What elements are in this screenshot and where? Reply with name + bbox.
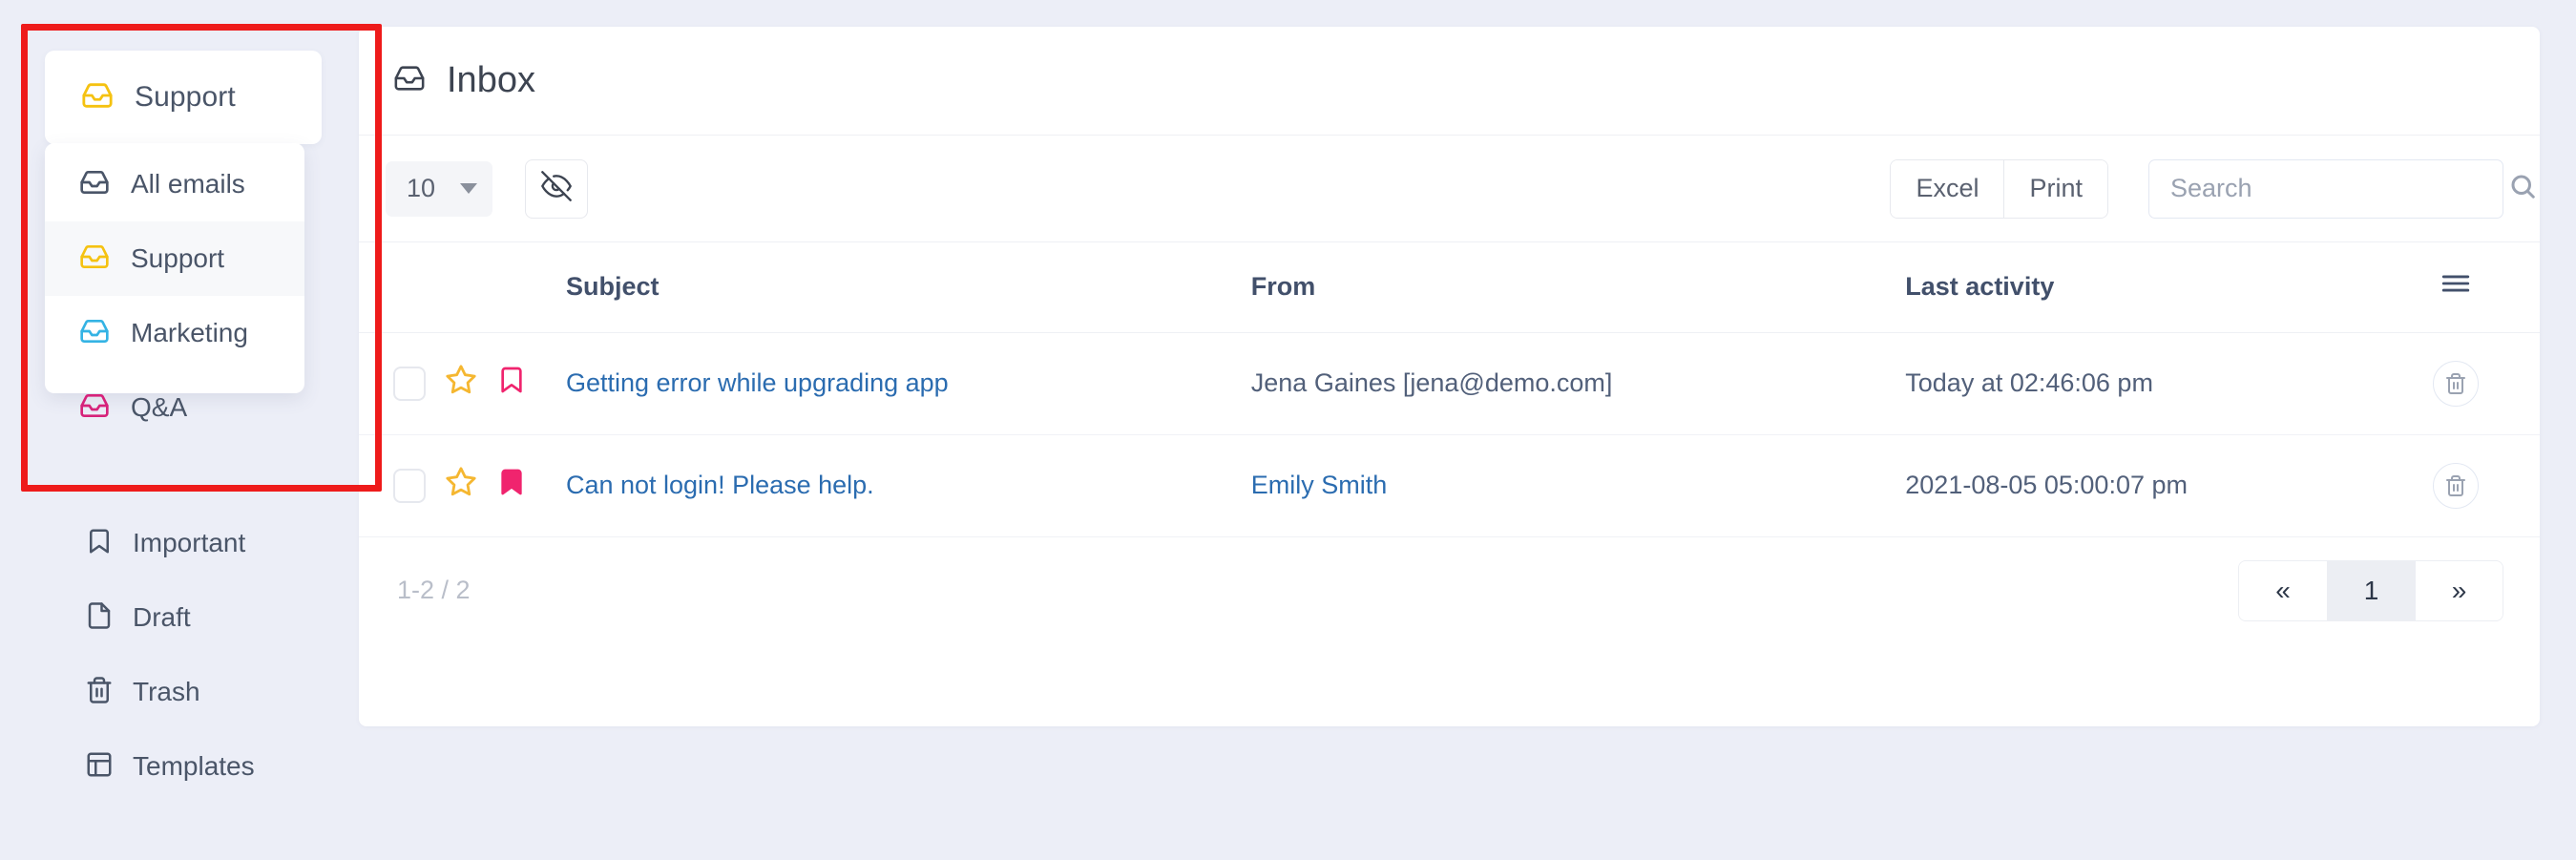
toggle-columns-button[interactable]	[525, 158, 589, 219]
th-actions	[2371, 242, 2540, 333]
row-last-activity: 2021-08-05 05:00:07 pm	[1905, 434, 2372, 537]
sidebar-item-draft[interactable]: Draft	[45, 580, 331, 655]
dropdown-item-marketing[interactable]: Marketing	[45, 296, 304, 370]
dropdown-item-label: Marketing	[131, 318, 248, 347]
pagination-prev[interactable]: «	[2239, 560, 2327, 620]
bookmark-icon[interactable]	[496, 467, 527, 504]
delete-row-button[interactable]	[2432, 360, 2479, 407]
search-input[interactable]	[2170, 174, 2508, 203]
dropdown-item-qa[interactable]: Q&A	[45, 370, 304, 445]
inbox-icon	[79, 241, 110, 277]
inbox-icon	[79, 167, 110, 202]
page-size-value: 10	[407, 174, 436, 202]
row-subject[interactable]: Can not login! Please help.	[536, 434, 1251, 537]
inbox-icon	[79, 316, 110, 351]
table-row[interactable]: Can not login! Please help. Emily Smith …	[359, 434, 2540, 537]
row-actions	[2371, 434, 2540, 537]
delete-row-button[interactable]	[2432, 462, 2479, 509]
print-button[interactable]: Print	[2003, 159, 2107, 218]
dropdown-item-label: Q&A	[131, 392, 188, 422]
folder-dropdown[interactable]: All emails Support Marketing Q&A	[45, 143, 304, 422]
email-table: Subject From Last activity Getting error…	[359, 242, 2540, 537]
chevron-down-icon	[460, 183, 478, 194]
sidebar-item-important[interactable]: Important	[45, 506, 331, 580]
inbox-icon	[393, 62, 426, 99]
th-last-activity[interactable]: Last activity	[1905, 242, 2372, 333]
row-flags	[359, 434, 537, 537]
table-body: Getting error while upgrading app Jena G…	[359, 332, 2540, 537]
inbox-icon	[81, 79, 114, 116]
table-row[interactable]: Getting error while upgrading app Jena G…	[359, 332, 2540, 435]
sidebar-active-folder[interactable]: Support	[45, 51, 322, 144]
search-box[interactable]	[2148, 158, 2535, 219]
sidebar-item-label: Templates	[133, 751, 255, 781]
page-title: Inbox	[447, 60, 535, 100]
sidebar-item-label: Trash	[133, 677, 200, 706]
row-from: Jena Gaines [jena@demo.com]	[1250, 332, 1906, 435]
star-icon[interactable]	[445, 364, 477, 403]
pagination-next[interactable]: »	[2415, 560, 2503, 620]
row-actions	[2371, 332, 2540, 435]
excel-button[interactable]: Excel	[1891, 159, 2004, 218]
hamburger-icon[interactable]	[2440, 275, 2472, 305]
trash-icon	[85, 676, 114, 709]
row-subject[interactable]: Getting error while upgrading app	[536, 332, 1251, 435]
sidebar-nav: Important Draft Trash Templates	[45, 506, 331, 804]
sidebar-item-templates[interactable]: Templates	[45, 729, 331, 804]
row-checkbox[interactable]	[393, 366, 426, 401]
page-size-select[interactable]: 10	[386, 160, 493, 217]
sidebar: Support All emails Support Marketing Q&A…	[0, 0, 359, 860]
row-last-activity: Today at 02:46:06 pm	[1905, 332, 2372, 435]
record-count: 1-2 / 2	[397, 576, 471, 604]
app-root: Support All emails Support Marketing Q&A…	[0, 0, 2576, 860]
file-icon	[85, 601, 114, 635]
bookmark-icon	[85, 527, 114, 560]
th-flags	[359, 242, 537, 333]
search-icon[interactable]	[2508, 172, 2537, 205]
th-from[interactable]: From	[1250, 242, 1906, 333]
sidebar-item-trash[interactable]: Trash	[45, 655, 331, 729]
row-from[interactable]: Emily Smith	[1250, 434, 1906, 537]
toolbar-right: Excel Print	[1890, 158, 2535, 219]
sidebar-item-label: Important	[133, 528, 246, 557]
dropdown-item-label: Support	[131, 243, 225, 273]
star-icon[interactable]	[445, 466, 477, 505]
pagination-page-1[interactable]: 1	[2327, 560, 2415, 620]
dropdown-item-label: All emails	[131, 169, 245, 199]
row-checkbox[interactable]	[393, 468, 426, 503]
dropdown-item-all-emails[interactable]: All emails	[45, 147, 304, 221]
pagination: « 1 »	[2238, 559, 2503, 621]
sidebar-item-label: Draft	[133, 602, 191, 632]
dropdown-item-support[interactable]: Support	[45, 221, 304, 296]
export-button-group: Excel Print	[1890, 158, 2108, 219]
inbox-icon	[79, 390, 110, 426]
main-panel: Inbox 10 Excel Print Search Subject From…	[359, 27, 2540, 726]
bookmark-icon[interactable]	[496, 365, 527, 402]
eye-off-icon	[541, 171, 572, 206]
table-footer: 1-2 / 2 « 1 »	[359, 537, 2540, 644]
table-toolbar: 10 Excel Print	[359, 136, 2540, 242]
panel-header: Inbox	[359, 27, 2540, 136]
table-head: Subject From Last activity	[359, 242, 2540, 333]
th-subject[interactable]: Subject	[536, 242, 1251, 333]
table-header-row: Subject From Last activity	[359, 242, 2540, 333]
layout-icon	[85, 750, 114, 784]
row-flags	[359, 332, 537, 435]
sidebar-active-folder-label: Support	[135, 81, 236, 113]
